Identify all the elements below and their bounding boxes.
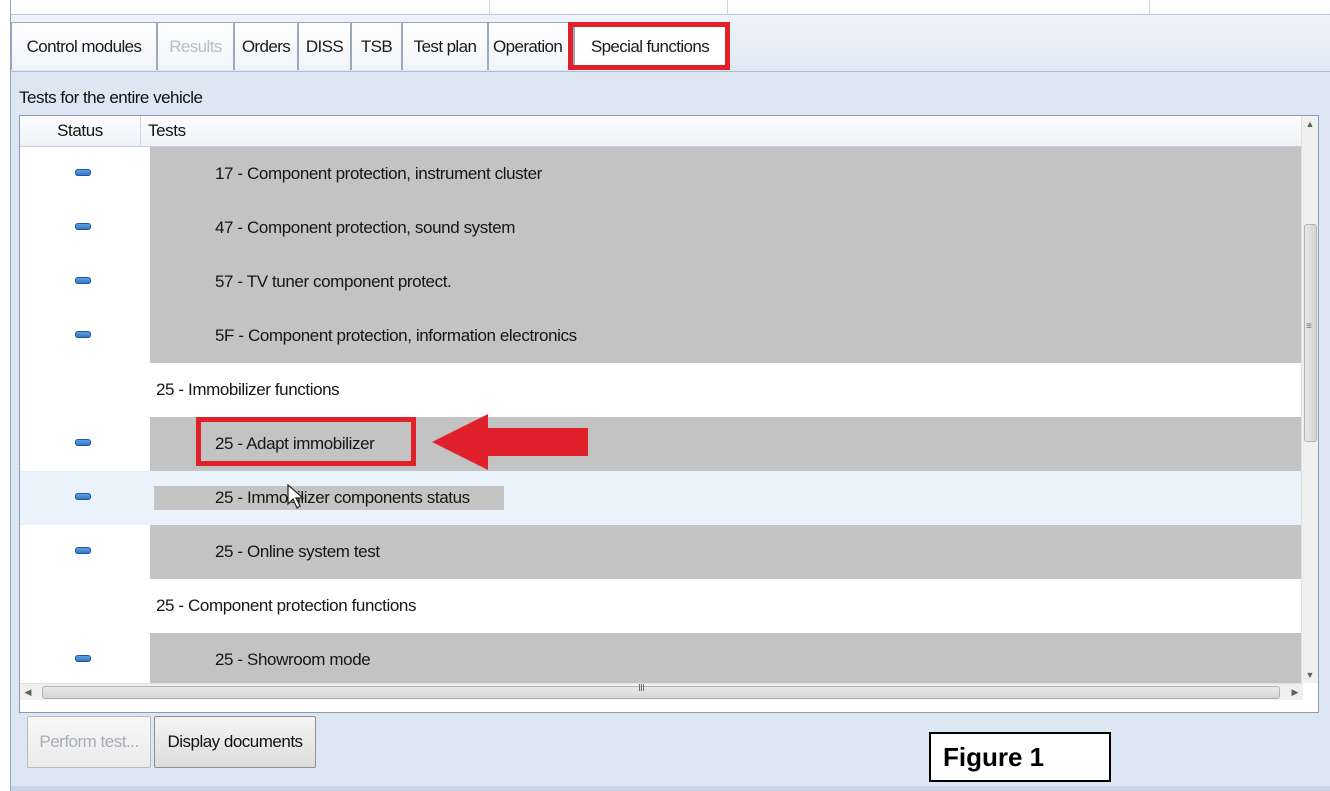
scroll-up-icon[interactable]: ▲: [1302, 116, 1318, 132]
group-row: 25 - Component protection functions: [20, 579, 1303, 633]
status-icon: [75, 547, 91, 554]
section-label: Tests for the entire vehicle: [19, 88, 203, 107]
figure-label: Figure 1: [929, 732, 1111, 782]
group-label: 25 - Component protection functions: [156, 596, 417, 615]
test-label: 47 - Component protection, sound system: [215, 218, 516, 237]
tab-control-modules[interactable]: Control modules: [11, 22, 157, 70]
vertical-scroll-thumb[interactable]: [1304, 224, 1317, 442]
column-header-status[interactable]: Status: [20, 116, 141, 146]
tab-orders[interactable]: Orders: [234, 22, 298, 70]
test-label: 25 - Showroom mode: [215, 650, 371, 669]
horizontal-scrollbar[interactable]: ◀ Ⅲ ▶: [20, 683, 1303, 700]
table-row[interactable]: 25 - Showroom mode: [20, 633, 1303, 683]
status-icon: [75, 439, 91, 446]
grip-icon: ≡: [1306, 321, 1312, 332]
scroll-right-icon[interactable]: ▶: [1287, 684, 1303, 700]
tab-tsb[interactable]: TSB: [351, 22, 402, 70]
tab-diss[interactable]: DISS: [298, 22, 351, 70]
column-header-tests[interactable]: Tests: [148, 116, 186, 146]
group-label: 25 - Immobilizer functions: [156, 380, 340, 399]
table-row[interactable]: 25 - Online system test: [20, 525, 1303, 579]
horizontal-scroll-thumb[interactable]: [42, 686, 1280, 699]
test-label: 17 - Component protection, instrument cl…: [215, 164, 542, 183]
status-icon: [75, 277, 91, 284]
display-documents-button[interactable]: Display documents: [154, 716, 316, 768]
table-row[interactable]: 5F - Component protection, information e…: [20, 309, 1303, 363]
tab-bar: Control modules Results Orders DISS TSB …: [11, 15, 1330, 72]
status-icon: [75, 655, 91, 662]
table-row[interactable]: 25 - Adapt immobilizer: [20, 417, 1303, 471]
test-label: 5F - Component protection, information e…: [215, 326, 577, 345]
grid-rows: 17 - Component protection, instrument cl…: [20, 147, 1303, 683]
table-row[interactable]: 57 - TV tuner component protect.: [20, 255, 1303, 309]
perform-test-button: Perform test...: [27, 716, 151, 768]
table-row[interactable]: 47 - Component protection, sound system: [20, 201, 1303, 255]
group-row: 25 - Immobilizer functions: [20, 363, 1303, 417]
table-row[interactable]: 17 - Component protection, instrument cl…: [20, 147, 1303, 201]
status-icon: [75, 331, 91, 338]
test-label: 57 - TV tuner component protect.: [215, 272, 452, 291]
scroll-left-icon[interactable]: ◀: [20, 684, 36, 700]
tab-results: Results: [157, 22, 234, 70]
tab-test-plan[interactable]: Test plan: [402, 22, 488, 70]
table-row-selected[interactable]: 25 - Immobilizer components status: [20, 471, 1303, 525]
grip-icon: Ⅲ: [638, 683, 645, 694]
top-strip: [11, 0, 1330, 15]
test-label: 25 - Adapt immobilizer: [215, 434, 375, 453]
test-label: 25 - Immobilizer components status: [215, 488, 470, 507]
tab-operation[interactable]: Operation: [488, 22, 574, 70]
status-icon: [75, 223, 91, 230]
tests-grid: Status Tests 17 - Component protection, …: [19, 115, 1319, 713]
status-icon: [75, 169, 91, 176]
grid-header: Status Tests: [20, 116, 1303, 147]
diagnostic-window: Control modules Results Orders DISS TSB …: [10, 0, 1330, 791]
tab-special-functions[interactable]: Special functions: [574, 22, 726, 70]
scroll-down-icon[interactable]: ▼: [1302, 667, 1318, 683]
status-icon: [75, 493, 91, 500]
vertical-scrollbar[interactable]: ▲ ≡ ▼: [1301, 116, 1318, 683]
test-label: 25 - Online system test: [215, 542, 380, 561]
